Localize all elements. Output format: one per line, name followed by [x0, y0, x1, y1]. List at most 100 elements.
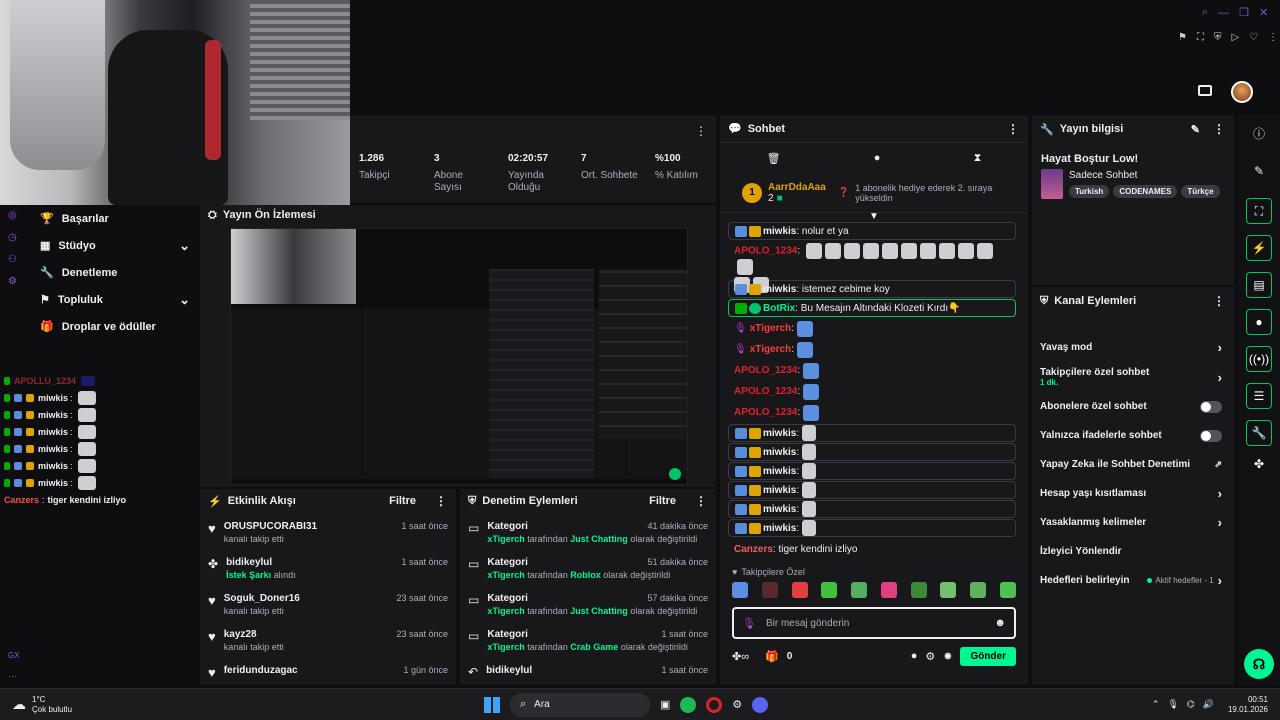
pin-icon[interactable]: ⚑ — [1178, 32, 1187, 43]
network-icon[interactable]: ⌬ — [1187, 699, 1195, 710]
chat-username[interactable]: APOLO_1234 — [734, 246, 797, 257]
chat-username[interactable]: APOLO_1234 — [734, 386, 797, 397]
tag[interactable]: Turkish — [1069, 185, 1110, 198]
notes-icon[interactable]: ▤ — [1246, 272, 1272, 298]
more-dots-icon[interactable]: ··· — [8, 671, 17, 681]
emote[interactable] — [851, 582, 868, 598]
minimize-icon[interactable]: — — [1218, 7, 1229, 19]
emote[interactable] — [880, 582, 897, 598]
activity-item[interactable]: ✤ bidikeylul İstek Şarkı alındı 1 saat ön… — [200, 553, 456, 589]
chat-message[interactable]: APOLO_1234: — [728, 381, 1016, 402]
close-icon[interactable]: ✕ — [1259, 6, 1268, 19]
emote[interactable] — [970, 582, 987, 598]
lightning-icon[interactable]: ⚡ — [1246, 235, 1272, 261]
clock-date[interactable]: 19.01.2026 — [1228, 705, 1268, 715]
emote-only-toggle[interactable] — [1200, 429, 1222, 442]
chat-username[interactable]: APOLO_1234 — [734, 407, 797, 418]
chat-username[interactable]: miwkis — [763, 447, 796, 458]
chat-message[interactable]: 🎙 xTigerch: — [728, 339, 1016, 360]
emote-only-row[interactable]: Yalnızca ifadelerle sohbet — [1032, 421, 1234, 450]
chat-username[interactable]: miwkis — [763, 226, 796, 237]
mod-more-icon[interactable]: ⋮ — [694, 494, 708, 508]
app-icon[interactable]: ⚙ — [732, 698, 742, 711]
info-icon[interactable]: ⓘ — [1238, 125, 1280, 142]
chat-message[interactable]: 🎙 xTigerch: — [728, 318, 1016, 339]
chat-username[interactable]: BotRix — [763, 303, 795, 314]
heart-icon[interactable]: ♡ — [1249, 32, 1258, 43]
chat-username[interactable]: miwkis — [763, 428, 796, 439]
goals-row[interactable]: Hedefleri belirleyin Aktif hedefler - 1 › — [1032, 566, 1234, 595]
activity-filter-button[interactable]: Filtre — [389, 495, 416, 507]
wrench-icon[interactable]: 🔧 — [1246, 420, 1272, 446]
chat-message[interactable]: APOLO_1234: — [728, 360, 1016, 381]
activity-item[interactable]: ♥ Soguk_Doner16 kanalı takip etti 23 saat… — [200, 589, 456, 625]
chat-message[interactable]: miwkis: — [728, 443, 1016, 461]
list-icon[interactable]: ☰ — [1246, 383, 1272, 409]
spotify-icon[interactable] — [680, 696, 697, 713]
chat-message[interactable]: Canzers: tiger kendini izliyo — [728, 538, 1016, 560]
followers-only-row[interactable]: Takipçilere özel sohbet 1 dk. › — [1032, 362, 1234, 392]
chat-username[interactable]: miwkis — [763, 523, 796, 534]
broadcast-icon[interactable]: ((•)) — [1246, 346, 1272, 372]
chat-username[interactable]: xTigerch — [750, 344, 792, 355]
emoji-icon[interactable]: ☻ — [994, 617, 1006, 629]
rail-icon[interactable]: ◷ — [8, 227, 20, 249]
restore-icon[interactable]: ❐ — [1239, 6, 1249, 19]
ai-moderation-row[interactable]: Yapay Zeka ile Sohbet Denetimi ⇗ — [1032, 450, 1234, 479]
settings-icon[interactable]: ⚙ — [925, 650, 935, 663]
crop-icon[interactable]: ⛶ — [1197, 32, 1204, 43]
chat-bubble-icon[interactable]: ● — [1246, 309, 1272, 335]
nav-item-community[interactable]: ⚑ Topluluk ⌄ — [40, 286, 190, 313]
category-thumbnail[interactable] — [1041, 169, 1063, 199]
search-icon[interactable]: ⌕ — [1202, 6, 1208, 19]
mod-filter-button[interactable]: Filtre — [649, 495, 676, 507]
chat-message[interactable]: miwkis: nolur et ya — [728, 222, 1016, 240]
theater-icon[interactable] — [1198, 85, 1212, 96]
mod-item[interactable]: ▭ Kategori xTigerch tarafından Crab Game… — [460, 625, 716, 661]
sub-only-row[interactable]: Abonelere özel sohbet — [1032, 392, 1234, 421]
stats-more-icon[interactable]: ⋮ — [694, 124, 708, 138]
gift-box-icon[interactable]: 🎁 — [765, 650, 779, 663]
chat-message[interactable]: miwkis: — [728, 500, 1016, 518]
chat-username[interactable]: xTigerch — [750, 323, 792, 334]
trash-icon[interactable]: 🗑 — [767, 152, 781, 165]
chat-input-placeholder[interactable]: Bir mesaj gönderin — [766, 618, 984, 629]
nav-item-achievements[interactable]: 🏆 Başarılar — [40, 205, 190, 232]
activity-item[interactable]: ♥ feridunduzagac 1 gün önce — [200, 661, 456, 681]
more-icon[interactable]: ⋮ — [1268, 32, 1278, 43]
emote[interactable] — [999, 582, 1016, 598]
activity-item[interactable]: ♥ ORUSPUCORABI31 kanalı takip etti 1 saat… — [200, 517, 456, 553]
slow-mode-row[interactable]: Yavaş mod › — [1032, 333, 1234, 362]
tag[interactable]: Türkçe — [1181, 185, 1220, 198]
help-button[interactable]: ☊ — [1244, 649, 1274, 679]
mod-item[interactable]: ▭ Kategori xTigerch tarafından Roblox ol… — [460, 553, 716, 589]
bubble-icon[interactable]: ● — [911, 650, 918, 662]
play-icon[interactable]: ▷ — [1231, 32, 1239, 43]
tray-chevron-icon[interactable]: ⌃ — [1152, 699, 1160, 710]
hourglass-icon[interactable]: ⧗ — [974, 152, 982, 165]
chat-message[interactable]: miwkis: — [728, 519, 1016, 537]
chat-message[interactable]: miwkis: istemez cebime koy — [728, 280, 1016, 298]
emote[interactable] — [791, 582, 808, 598]
discord-icon[interactable] — [752, 696, 769, 713]
rail-icon[interactable]: ◎ — [8, 205, 20, 227]
weather-widget[interactable]: ☁ 1°C Çok bulutlu — [12, 695, 72, 715]
points-icon[interactable]: ✤ — [1254, 457, 1264, 471]
chat-username[interactable]: miwkis — [763, 466, 796, 477]
chat-message[interactable]: APOLO_1234: — [728, 241, 1016, 293]
tag[interactable]: CODENAMES — [1113, 185, 1178, 198]
channel-actions-more-icon[interactable]: ⋮ — [1212, 294, 1226, 308]
opera-gx-icon[interactable] — [706, 696, 723, 713]
sub-only-toggle[interactable] — [1200, 400, 1222, 413]
taskbar-search[interactable]: ⌕ Ara — [510, 692, 650, 717]
taskview-icon[interactable]: ▣ — [660, 698, 670, 711]
nav-item-moderation[interactable]: 🔧 Denetleme — [40, 259, 190, 286]
chat-message[interactable]: BotRix: Bu Mesajın Altındaki Klozeti Kır… — [728, 299, 1016, 317]
chat-username[interactable]: APOLO_1234 — [734, 365, 797, 376]
chat-input-box[interactable]: 🎙 Bir mesaj gönderin ☻ — [732, 607, 1016, 639]
shield-icon[interactable]: ⛨ — [1214, 32, 1222, 43]
mod-item[interactable]: ↶ bidikeylul 1 saat önce — [460, 661, 716, 681]
nav-item-studio[interactable]: ▦ Stüdyo ⌄ — [40, 232, 190, 259]
stream-info-more-icon[interactable]: ⋮ — [1212, 122, 1226, 136]
pen-icon[interactable]: ✎ — [1238, 164, 1280, 178]
